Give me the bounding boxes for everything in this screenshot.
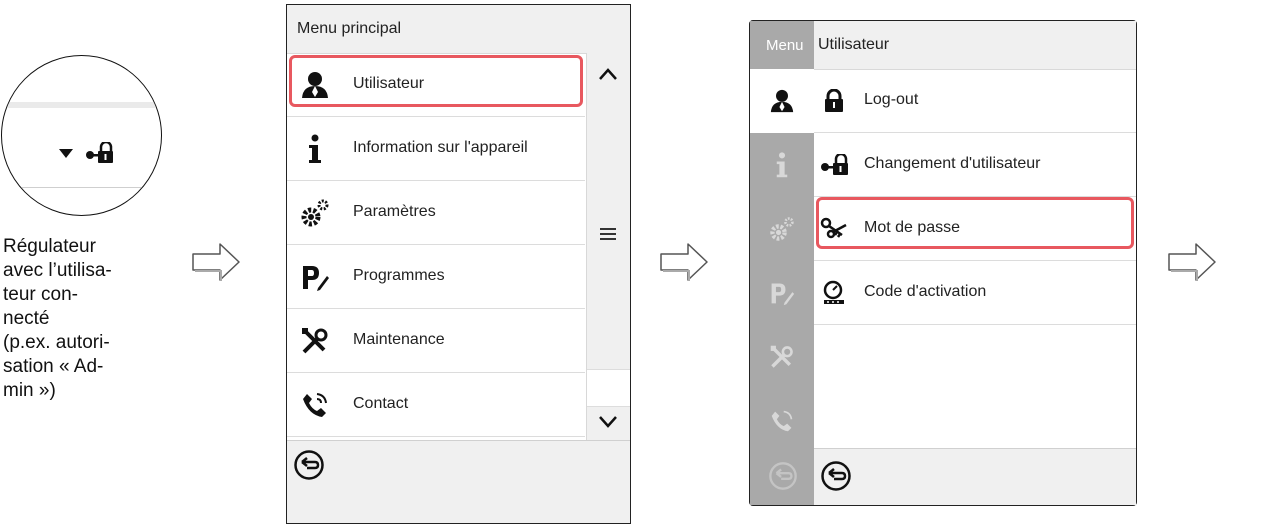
menu-item-label: Code d'activation [864,283,987,300]
caption-line: avec l’utilisa- [3,260,112,281]
selection-highlight [289,55,583,107]
lock-icon [818,85,850,117]
caption-line: necté [3,308,50,329]
caption-line: teur con- [3,284,78,305]
back-icon[interactable] [293,449,325,481]
menu-item-label: Maintenance [353,331,445,348]
info-icon [299,133,331,165]
main-menu-panel: Menu principal Utilisateur Information s… [286,4,631,524]
user-icon[interactable] [766,85,798,117]
zoom-band [2,102,161,108]
back-icon[interactable] [820,460,852,492]
gears-icon[interactable] [766,213,798,245]
page-title: Utilisateur [818,36,890,53]
menu-item-maintenance[interactable]: Maintenance [287,309,585,373]
menu-item-label: Log-out [864,91,919,108]
flow-arrow-icon [192,243,240,281]
menu-item-label: Information sur l'appareil [353,139,528,156]
menu-item-changement-utilisateur[interactable]: Changement d'utilisateur [814,133,1136,197]
selection-highlight [816,197,1134,249]
user-key-lock-icon [86,142,113,163]
menu-item-code-activation[interactable]: Code d'activation [814,261,1136,325]
dropdown-triangle-icon [59,149,73,158]
menu-item-label: Paramètres [353,203,436,220]
menu-item-log-out[interactable]: Log-out [814,69,1136,133]
caption-line: min ») [3,380,56,401]
scroll-thumb[interactable] [587,369,630,407]
panel-header: Utilisateur [814,21,1136,70]
scroll-down-icon[interactable] [598,415,618,429]
menu-item-label: Changement d'utilisateur [864,155,1041,172]
menu-item-contact[interactable]: Contact [287,373,585,437]
phone-icon [299,389,331,421]
caption: Régulateur avec l’utilisa- teur con- nec… [3,235,163,403]
program-icon[interactable] [766,277,798,309]
info-icon[interactable] [766,149,798,181]
caption-line: sation « Ad- [3,356,104,377]
zoom-divider [2,187,161,188]
scroll-menu-icon[interactable] [599,227,617,241]
flow-arrow-icon [1168,243,1216,281]
menu-label: Menu [766,37,804,54]
zoom-detail [1,55,162,216]
panel-footer [814,448,1136,505]
menu-item-label: Programmes [353,267,445,284]
page-title: Menu principal [297,20,402,37]
tools-icon [299,325,331,357]
flow-arrow-icon [660,243,708,281]
gears-icon [299,197,331,229]
menu-item-information[interactable]: Information sur l'appareil [287,117,585,181]
panel-header: Menu principal [287,5,630,54]
back-icon [769,462,797,490]
user-submenu-panel: Menu Utilisateur Log-out Changement d'ut… [749,20,1137,506]
menu-item-programmes[interactable]: Programmes [287,245,585,309]
tools-icon[interactable] [766,341,798,373]
caption-line: (p.ex. autori- [3,332,110,353]
menu-item-label: Contact [353,395,409,412]
caption-line: Régulateur [3,236,96,257]
panel-footer [287,440,630,523]
phone-icon[interactable] [766,405,798,437]
menu-item-parametres[interactable]: Paramètres [287,181,585,245]
scrollbar[interactable] [586,53,630,443]
program-icon [299,261,331,293]
collapsed-main-menu: Menu [750,21,814,505]
scroll-up-icon[interactable] [598,67,618,81]
activation-code-icon [818,277,850,309]
user-key-lock-icon [818,149,850,181]
